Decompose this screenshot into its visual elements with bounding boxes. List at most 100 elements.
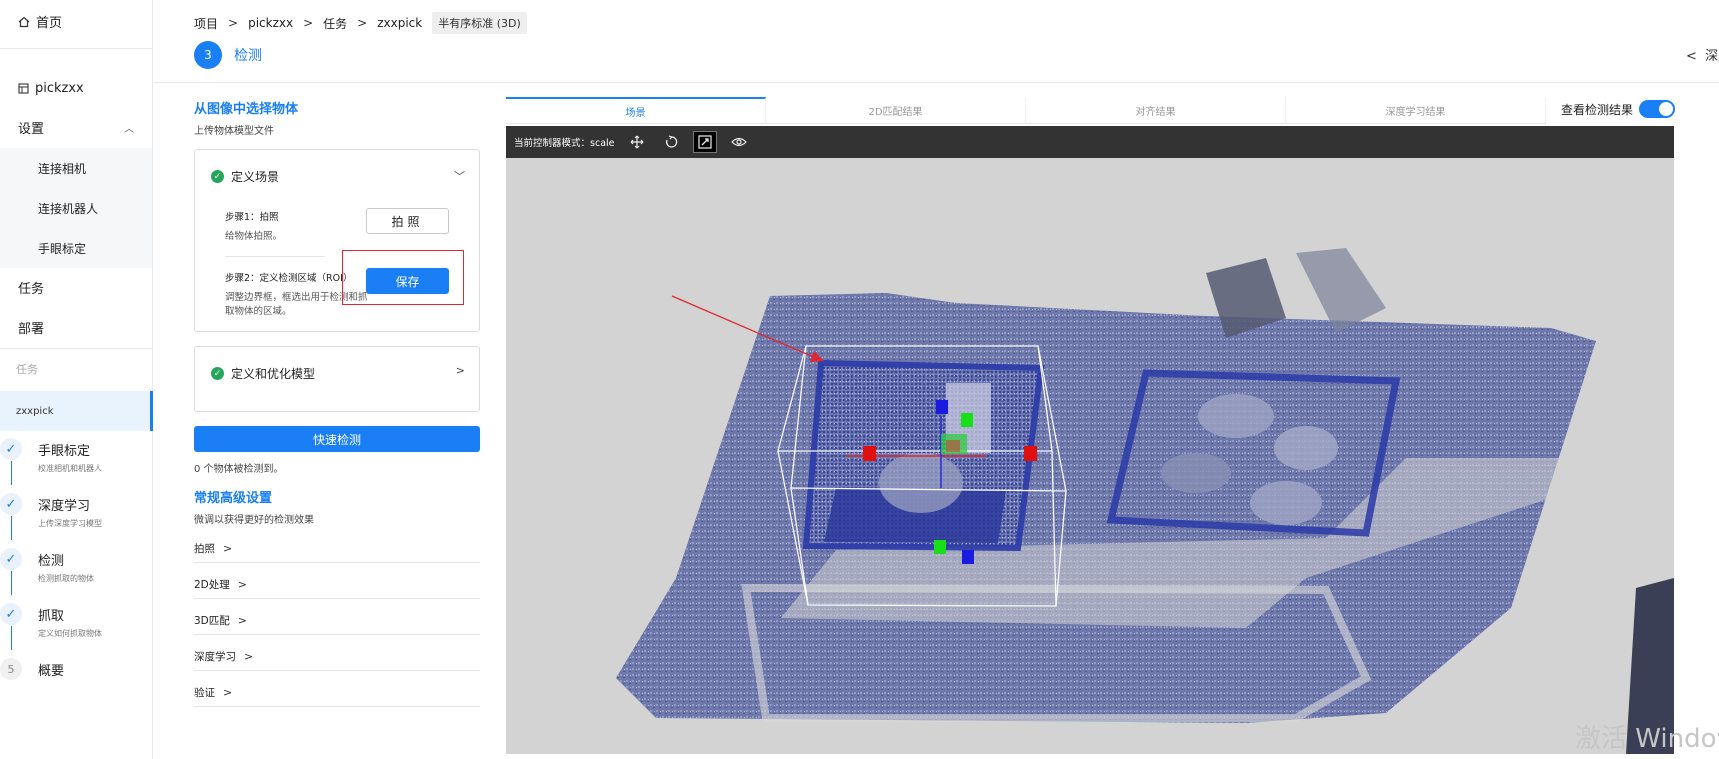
advanced-item-verify[interactable]: 验证 > xyxy=(194,679,480,707)
view-results-label: 查看检测结果 xyxy=(1561,102,1634,117)
nav-tasks-label: 任务 xyxy=(18,281,45,297)
project-icon xyxy=(18,82,29,94)
view-results-toggle[interactable] xyxy=(1639,100,1676,118)
tab-deep-learning[interactable]: 深度学习结果 xyxy=(1286,97,1546,124)
nav-step-grasp[interactable]: ✓ 抓取 定义如何抓取物体 xyxy=(0,603,152,658)
tab-scene[interactable]: 场景 xyxy=(506,97,766,124)
nav-current-task[interactable]: zxxpick xyxy=(0,391,153,431)
step-title: 深度学习 xyxy=(38,499,91,514)
nav-step-summary[interactable]: 5 概要 xyxy=(0,658,152,713)
nav-divider xyxy=(0,48,152,49)
scale-handle-green[interactable] xyxy=(961,413,973,427)
step-title: 检测 xyxy=(38,554,65,569)
windows-activation-watermark: 激活 Windows xyxy=(1575,724,1719,754)
sphere-object xyxy=(1198,394,1274,438)
sphere-object xyxy=(1161,453,1231,493)
nav-hand-eye[interactable]: 手眼标定 xyxy=(0,228,152,268)
scale-handle-blue[interactable] xyxy=(962,550,974,564)
point-cloud-scene xyxy=(616,248,1674,754)
nav-step-detect[interactable]: ✓ 检测 检测抓取的物体 xyxy=(0,548,152,603)
step-subtitle: 定义如何抓取物体 xyxy=(38,629,102,638)
nav-step-hand-eye[interactable]: ✓ 手眼标定 校准相机和机器人 xyxy=(0,438,152,493)
advanced-item-label: 3D匹配 xyxy=(194,615,230,627)
annotation-highlight-box xyxy=(342,250,464,305)
eye-icon[interactable] xyxy=(727,131,751,153)
viewer-tabs: 场景 2D匹配结果 对齐结果 深度学习结果 xyxy=(506,97,1546,124)
step-subtitle: 上传深度学习模型 xyxy=(38,519,102,528)
step-connector xyxy=(11,461,12,485)
breadcrumb-item[interactable]: zxxpick xyxy=(377,16,422,30)
scale-icon[interactable] xyxy=(692,131,717,153)
view-results-toggle-wrap: 查看检测结果 xyxy=(1561,100,1676,118)
define-model-header[interactable]: ✓ 定义和优化模型 xyxy=(211,365,315,382)
scale-handle-green[interactable] xyxy=(934,540,946,554)
quick-detect-button[interactable]: 快速检测 xyxy=(194,426,480,452)
nav-connect-robot[interactable]: 连接机器人 xyxy=(0,188,152,228)
nav-deploy[interactable]: 部署 xyxy=(0,307,152,347)
scale-handle-red[interactable] xyxy=(863,446,876,461)
advanced-item-photo[interactable]: 拍照 > xyxy=(194,535,480,563)
nav-connect-camera[interactable]: 连接相机 xyxy=(0,148,152,188)
nav-connect-robot-label: 连接机器人 xyxy=(38,201,99,216)
step-number: 5 xyxy=(0,658,22,680)
check-icon: ✓ xyxy=(0,548,22,570)
breadcrumb-item[interactable]: pickzxx xyxy=(248,16,293,30)
nav-step-deep-learning[interactable]: ✓ 深度学习 上传深度学习模型 xyxy=(0,493,152,548)
nav-home[interactable]: 首页 xyxy=(18,12,62,31)
advanced-subtitle: 微调以获得更好的检测效果 xyxy=(194,515,314,526)
scene-viewer[interactable]: 当前控制器模式：scale xyxy=(506,126,1674,754)
tab-2d-match[interactable]: 2D匹配结果 xyxy=(766,97,1026,124)
chevron-right-icon: > xyxy=(228,16,239,30)
breadcrumb-item[interactable]: 项目 xyxy=(194,15,218,32)
chevron-down-icon[interactable]: ﹀ xyxy=(454,168,465,184)
nav-current-task-label: zxxpick xyxy=(16,405,54,417)
controller-mode-value: scale xyxy=(590,138,615,149)
nav-connect-camera-label: 连接相机 xyxy=(38,161,87,176)
advanced-item-dl[interactable]: 深度学习 > xyxy=(194,643,480,671)
rotate-icon[interactable] xyxy=(659,131,683,153)
advanced-item-3d[interactable]: 3D匹配 > xyxy=(194,607,480,635)
move-icon[interactable] xyxy=(625,131,649,153)
chevron-right-icon: > xyxy=(223,686,233,699)
panel-title: 从图像中选择物体 xyxy=(194,102,299,117)
card-divider xyxy=(225,256,325,257)
back-link[interactable]: < 深度学习 xyxy=(1686,45,1719,64)
chevron-left-icon: < xyxy=(1686,49,1706,64)
panel-subtitle: 上传物体模型文件 xyxy=(194,126,274,137)
controller-mode-label: 当前控制器模式： xyxy=(514,138,591,149)
define-model-title: 定义和优化模型 xyxy=(231,367,316,381)
cylinder-object xyxy=(879,453,963,513)
chevron-right-icon: > xyxy=(244,650,254,663)
step-connector xyxy=(11,516,12,540)
sphere-object xyxy=(1250,481,1322,525)
home-icon xyxy=(18,16,30,27)
nav-project[interactable]: pickzxx xyxy=(0,68,152,108)
nav-tasks[interactable]: 任务 xyxy=(0,267,152,307)
nav-home-label: 首页 xyxy=(36,16,63,31)
scale-handle-red[interactable] xyxy=(1024,446,1037,461)
advanced-item-label: 2D处理 xyxy=(194,579,230,591)
step1-title: 步骤1：拍照 xyxy=(225,212,279,223)
nav-settings-label: 设置 xyxy=(18,121,45,137)
define-model-card[interactable]: ✓ 定义和优化模型 > xyxy=(194,346,480,412)
breadcrumb-item[interactable]: 任务 xyxy=(323,15,347,32)
sidebar: 首页 pickzxx 设置 ︿ 连接相机 连接机器人 手眼标定 任务 部署 任务… xyxy=(0,0,153,759)
detected-count: 0 个物体被检测到。 xyxy=(194,464,284,475)
advanced-item-label: 拍照 xyxy=(194,543,215,555)
step-title: 手眼标定 xyxy=(38,444,91,459)
step2-title: 步骤2：定义检测区域（ROI） xyxy=(225,273,353,284)
nav-divider xyxy=(0,348,152,349)
take-photo-button[interactable]: 拍照 xyxy=(366,208,449,234)
nav-settings[interactable]: 设置 ︿ xyxy=(0,107,152,147)
chevron-right-icon[interactable]: > xyxy=(456,364,465,377)
check-icon: ✓ xyxy=(0,603,22,625)
scale-handle-blue[interactable] xyxy=(936,400,948,414)
define-scene-header[interactable]: ✓ 定义场景 xyxy=(211,168,279,185)
tab-alignment[interactable]: 对齐结果 xyxy=(1026,97,1286,124)
breadcrumb: 项目 > pickzxx > 任务 > zxxpick 半有序标准 (3D) xyxy=(194,12,527,34)
chevron-right-icon: > xyxy=(303,16,314,30)
step-connector xyxy=(11,626,12,650)
advanced-item-2d[interactable]: 2D处理 > xyxy=(194,571,480,599)
step-subtitle: 校准相机和机器人 xyxy=(38,464,102,473)
app-root: 首页 pickzxx 设置 ︿ 连接相机 连接机器人 手眼标定 任务 部署 任务… xyxy=(0,0,1719,759)
